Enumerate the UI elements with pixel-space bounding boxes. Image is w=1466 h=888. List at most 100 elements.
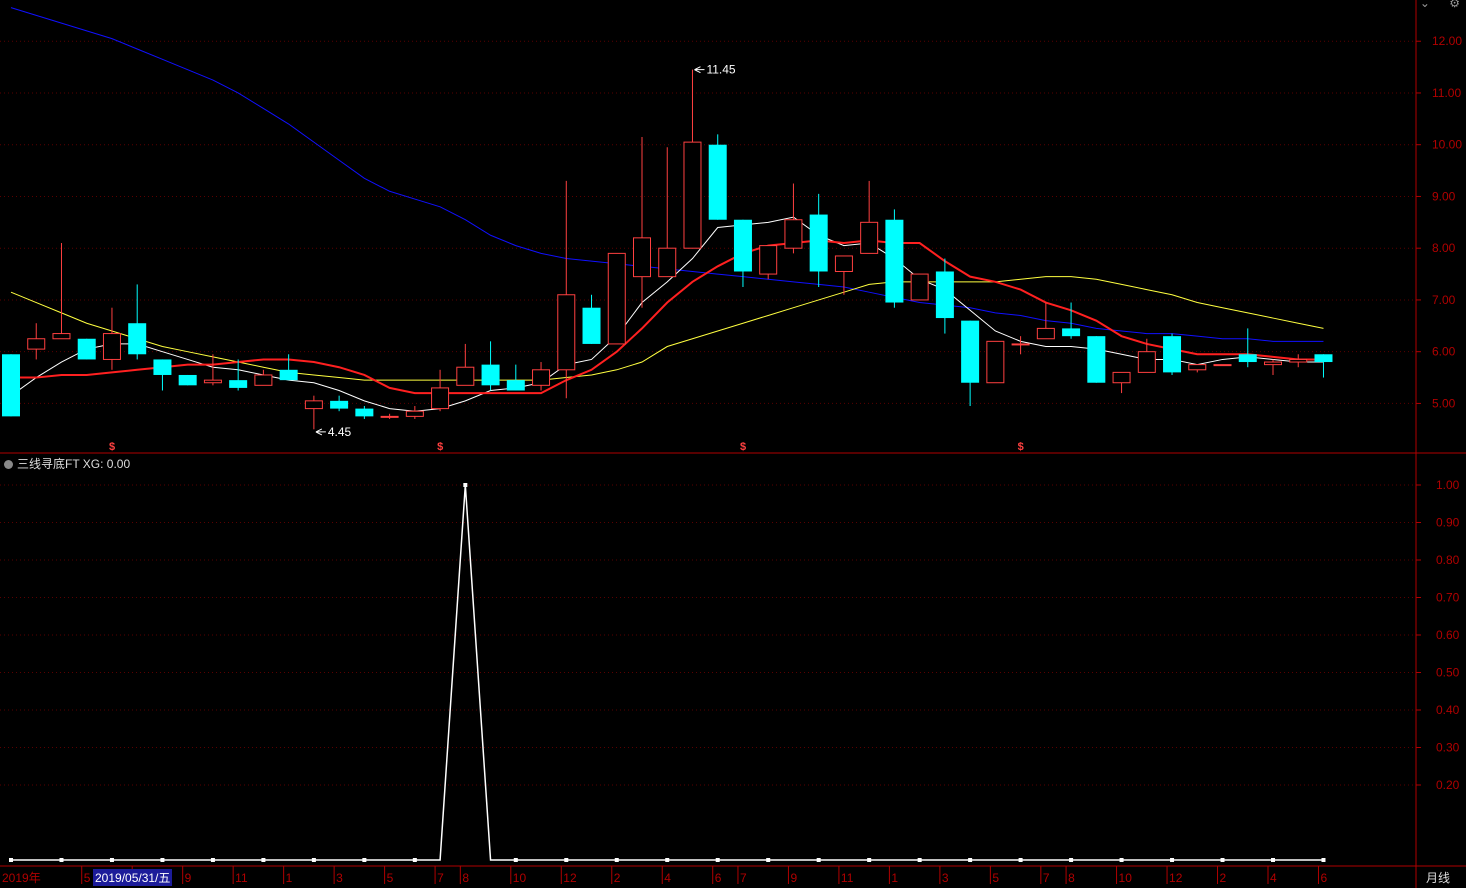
candle-body	[153, 359, 172, 375]
y-tick-label: 10.00	[1432, 138, 1462, 152]
indicator-point	[1321, 858, 1326, 862]
candle-body	[860, 221, 879, 254]
indicator-point	[665, 858, 670, 862]
candle-body	[128, 323, 147, 355]
candle-body	[1289, 358, 1308, 363]
candle-body	[178, 374, 197, 386]
indicator-toggle-icon[interactable]	[4, 460, 13, 469]
candle-body	[77, 338, 96, 360]
candle-body	[935, 271, 954, 319]
candle-body	[456, 366, 475, 386]
indicator-point	[715, 858, 720, 862]
x-tick-label: 7	[1043, 871, 1050, 885]
x-tick-label: 10	[513, 871, 527, 885]
stock-chart[interactable]: 11.45 4.45 $ $ $ $ 5.00 6.00 7.00 8.00 9.00 10.00 1…	[0, 0, 1466, 888]
y-tick-label: 0.70	[1436, 591, 1460, 605]
indicator-point	[1220, 858, 1225, 862]
candle-body	[784, 219, 803, 249]
y-tick-label: 0.40	[1436, 703, 1460, 717]
candle-body	[330, 400, 349, 409]
x-tick-label: 7	[740, 871, 747, 885]
candle-body	[52, 333, 71, 340]
indicator-point	[917, 858, 922, 862]
candle-body	[885, 219, 904, 303]
indicator-point	[867, 858, 872, 862]
candle-body	[683, 141, 702, 249]
candle-body	[1011, 343, 1030, 346]
settings-icon[interactable]: ⚙	[1449, 0, 1460, 10]
candle-body	[1087, 336, 1106, 383]
indicator-point	[766, 858, 771, 862]
x-tick-label: 5	[387, 871, 394, 885]
indicator-point	[59, 858, 64, 862]
x-tick-label: 3	[942, 871, 949, 885]
candle-body	[27, 338, 46, 350]
candle-body	[733, 219, 752, 272]
candle-body	[481, 364, 500, 386]
indicator-value: XG: 0.00	[82, 457, 131, 471]
y-tick-label: 11.00	[1432, 86, 1461, 100]
axes: 5.00 6.00 7.00 8.00 9.00 10.00 11.00 12.00 1.00 0…	[0, 0, 1466, 888]
x-tick-label: 9	[185, 871, 192, 885]
candle-body	[1314, 354, 1333, 363]
signal-marker: $	[109, 441, 115, 453]
indicator-point	[1271, 858, 1275, 862]
chevron-down-icon[interactable]: ⌄	[1420, 0, 1430, 10]
candle-body	[708, 144, 727, 220]
candle-body	[1264, 361, 1282, 366]
candle-body	[607, 252, 626, 345]
indicator-point	[968, 858, 973, 862]
indicator-point	[362, 858, 367, 862]
x-tick-label: 2	[1220, 871, 1227, 885]
candle-body	[1112, 371, 1131, 384]
candle-body	[254, 374, 273, 386]
x-tick-label: 11	[841, 871, 854, 885]
candle-body	[759, 245, 778, 275]
x-tick-label: 12	[1169, 871, 1183, 885]
x-tick-label: 9	[790, 871, 797, 885]
signal-marker: $	[740, 441, 746, 453]
indicator-point	[160, 858, 165, 862]
x-tick-label: 4	[664, 871, 671, 885]
candle-body	[2, 354, 20, 417]
x-tick-label: 12	[563, 871, 577, 885]
candle-body	[380, 415, 399, 418]
candle-body	[1213, 364, 1232, 367]
candle-body	[582, 307, 601, 344]
period-label[interactable]: 月线	[1426, 869, 1450, 886]
y-tick-label: 1.00	[1436, 478, 1460, 492]
indicator-line	[11, 484, 1324, 861]
x-tick-label: 2	[614, 871, 621, 885]
x-tick-label: 6	[1320, 871, 1327, 885]
y-tick-label: 6.00	[1432, 345, 1456, 359]
x-tick-label: 1	[891, 871, 898, 885]
window-controls: ⌄ ⚙	[1404, 0, 1460, 10]
x-tick-label: 1	[286, 871, 293, 885]
indicator-point	[816, 858, 821, 862]
indicator-point	[513, 858, 518, 862]
indicator-title[interactable]: 三线寻底FT XG: 0.00	[4, 455, 130, 472]
candle-body	[658, 247, 677, 278]
indicator-point	[311, 858, 316, 862]
indicator-point	[1119, 858, 1124, 862]
y-tick-label: 5.00	[1432, 396, 1456, 410]
x-tick-label: 3	[336, 871, 343, 885]
indicator-name: 三线寻底FT	[17, 457, 80, 471]
indicator-point	[614, 858, 619, 862]
grid-lines	[0, 40, 1416, 786]
x-tick-label: 6	[715, 871, 722, 885]
indicator-point	[9, 858, 13, 862]
price-label: 11.45	[706, 63, 735, 77]
x-tick-label: 5	[84, 871, 91, 885]
cursor-date-label: 2019/05/31/五	[93, 869, 173, 886]
price-arrow	[694, 66, 705, 74]
candle-body	[405, 410, 424, 417]
indicator-point	[1170, 858, 1175, 862]
y-tick-label: 0.20	[1436, 778, 1460, 792]
y-tick-label: 0.60	[1436, 628, 1460, 642]
candle-body	[203, 379, 222, 384]
x-tick-label: 10	[1119, 871, 1133, 885]
candlestick-series	[2, 69, 1333, 430]
price-label: 4.45	[328, 425, 352, 439]
x-year-label: 2019年	[2, 871, 41, 885]
